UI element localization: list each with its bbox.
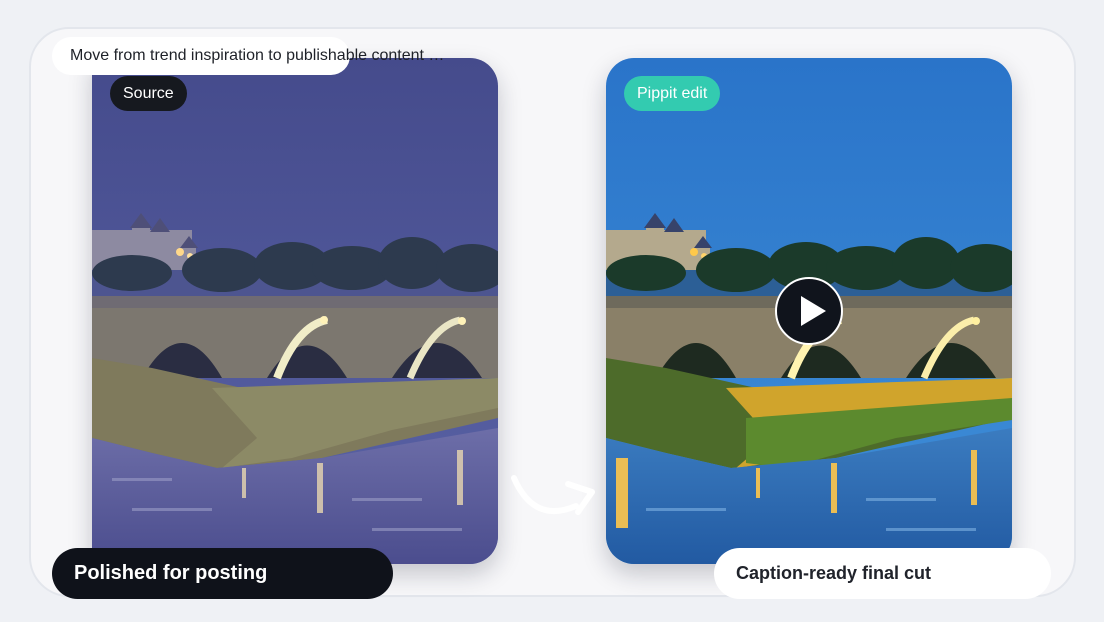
prompt-text: Move from trend inspiration to publishab… — [70, 47, 446, 64]
polished-caption-pill: Polished for posting — [52, 548, 393, 599]
play-icon — [801, 296, 826, 326]
curved-arrow-icon — [511, 475, 595, 515]
source-image — [92, 58, 498, 564]
final-cut-caption-text: Caption-ready final cut — [736, 563, 932, 583]
final-cut-caption-pill: Caption-ready final cut — [714, 548, 1051, 599]
polished-caption-text: Polished for posting — [74, 562, 268, 584]
source-photo — [92, 58, 498, 564]
source-badge: Source — [110, 76, 187, 111]
prompt-text-pill: Move from trend inspiration to publishab… — [52, 37, 446, 75]
play-button[interactable] — [775, 277, 843, 345]
pippit-edit-badge: Pippit edit — [624, 76, 721, 111]
